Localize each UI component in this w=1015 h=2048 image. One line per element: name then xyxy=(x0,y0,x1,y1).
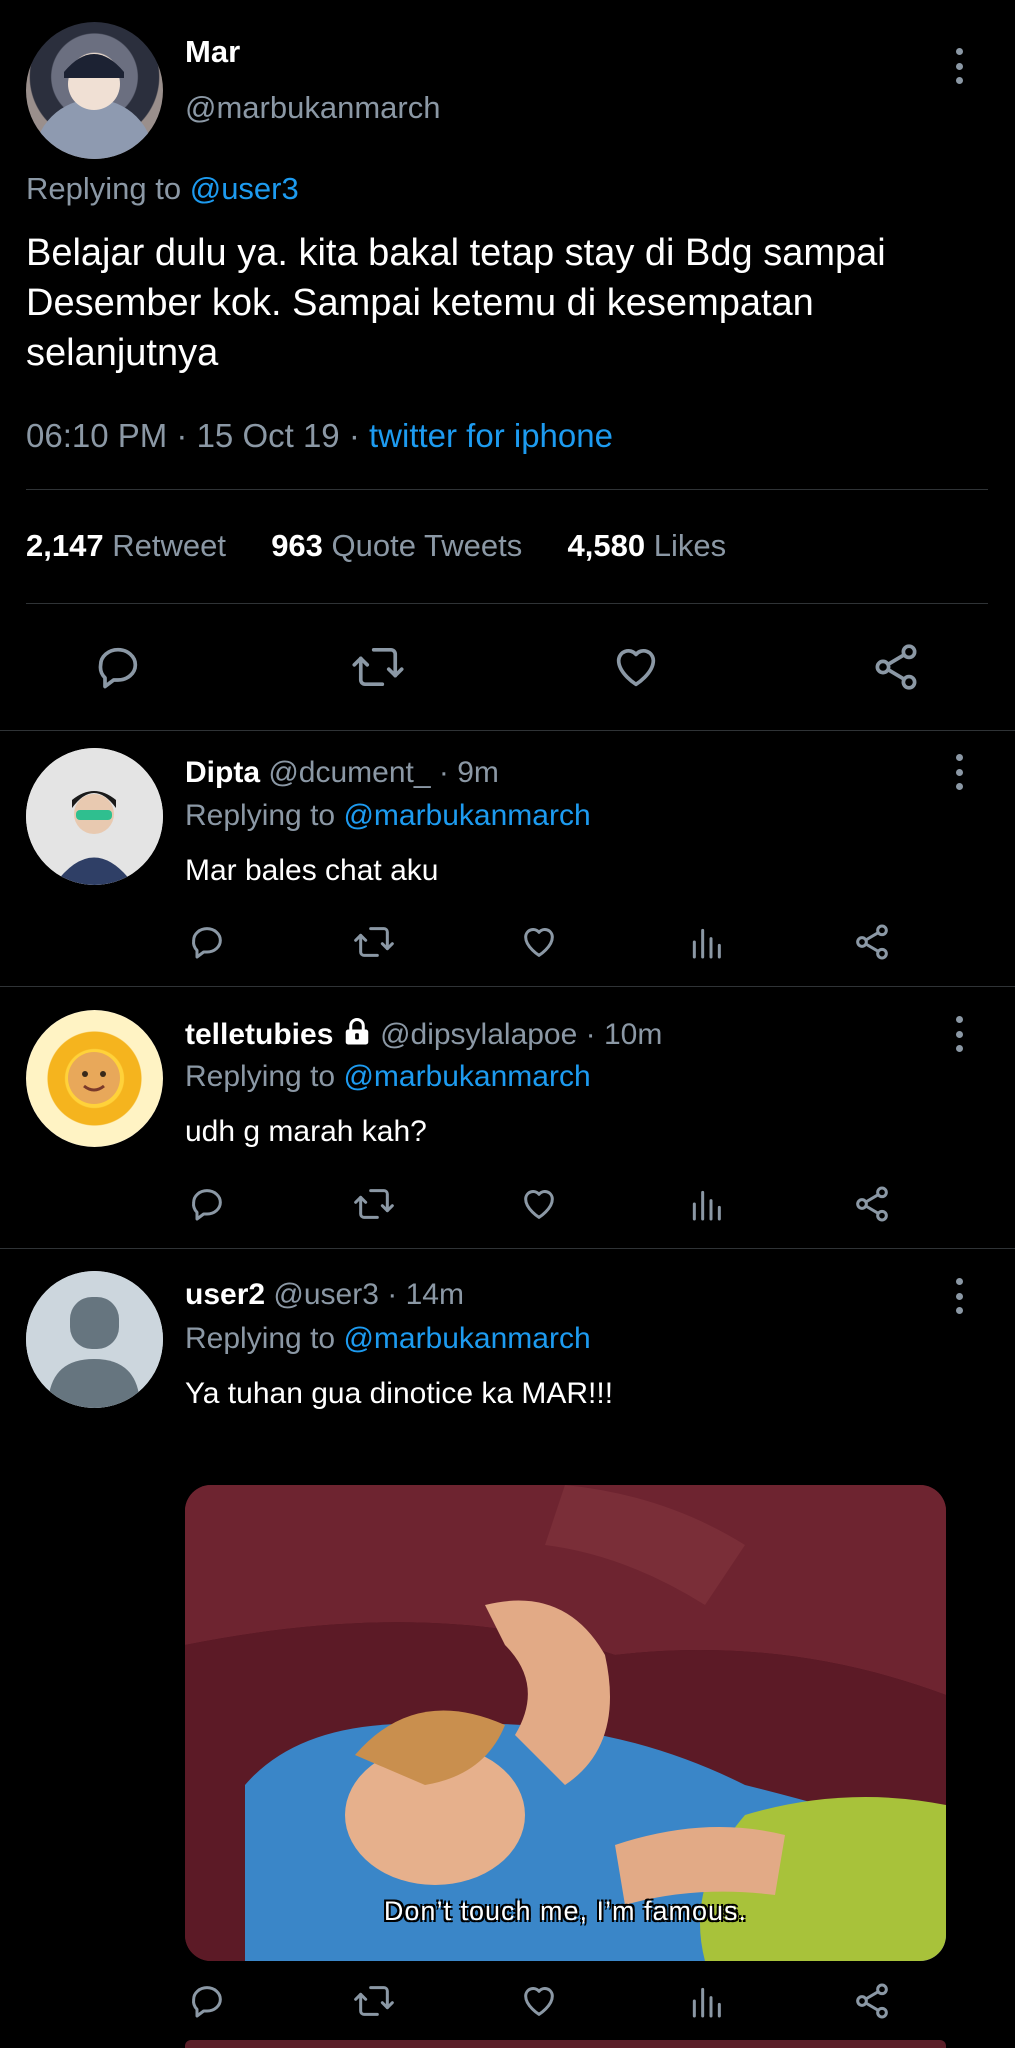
replying-label: Replying to xyxy=(185,799,336,832)
reply-time: · 10m xyxy=(585,1018,663,1051)
replying-to-link[interactable]: @marbukanmarch xyxy=(343,799,590,832)
analytics-icon[interactable] xyxy=(686,1184,726,1224)
more-options-icon[interactable] xyxy=(953,1016,965,1052)
replying-to: Replying to @marbukanmarch xyxy=(185,1322,591,1356)
next-media-peek xyxy=(185,2040,946,2048)
media-caption: Don’t touch me, I’m famous. xyxy=(383,1896,748,1926)
reply-author-handle[interactable]: @dipsylalapoe xyxy=(380,1018,577,1051)
reply-time: · 14m xyxy=(387,1278,464,1311)
comment-icon[interactable] xyxy=(187,1981,227,2021)
replying-to: Replying to @marbukanmarch xyxy=(185,1060,591,1094)
replying-to: Replying to @marbukanmarch xyxy=(185,799,591,833)
replying-to: Replying to @user3 xyxy=(26,171,299,207)
avatar[interactable] xyxy=(26,1010,163,1147)
reply-header: Dipta @dcument_ · 9m xyxy=(185,756,499,790)
share-icon[interactable] xyxy=(852,922,892,962)
reply-text: Ya tuhan gua dinotice ka MAR!!! xyxy=(185,1377,614,1410)
heart-icon[interactable] xyxy=(610,641,662,693)
retweets-count: 2,147 xyxy=(26,528,104,563)
replying-to-link[interactable]: @user3 xyxy=(190,171,299,206)
reply-author-name[interactable]: Dipta xyxy=(185,756,260,789)
heart-icon[interactable] xyxy=(519,922,559,962)
retweet-icon[interactable] xyxy=(352,1981,396,2021)
replying-label: Replying to xyxy=(26,171,182,206)
divider xyxy=(26,489,988,490)
heart-icon[interactable] xyxy=(519,1981,559,2021)
divider xyxy=(0,1248,1015,1249)
replying-label: Replying to xyxy=(185,1060,336,1093)
replying-to-link[interactable]: @marbukanmarch xyxy=(343,1060,590,1093)
quotes-label: Quote Tweets xyxy=(331,528,523,563)
retweet-icon[interactable] xyxy=(352,1184,396,1224)
author-handle[interactable]: @marbukanmarch xyxy=(185,90,440,126)
comment-icon[interactable] xyxy=(187,1184,227,1224)
tweet-source-link[interactable]: twitter for iphone xyxy=(369,417,613,454)
likes-label: Likes xyxy=(653,528,727,563)
more-options-icon[interactable] xyxy=(953,1278,965,1314)
retweets-stat[interactable]: 2,147 Retweet xyxy=(26,528,226,563)
reply-time: · 9m xyxy=(438,756,499,789)
avatar[interactable] xyxy=(26,1271,163,1408)
reply-text: udh g marah kah? xyxy=(185,1115,427,1148)
reply-author-handle[interactable]: @dcument_ xyxy=(268,756,430,789)
likes-stat[interactable]: 4,580 Likes xyxy=(568,528,727,563)
divider xyxy=(0,986,1015,987)
media-gif[interactable]: Don’t touch me, I’m famous. xyxy=(185,1485,946,1961)
avatar[interactable] xyxy=(26,22,163,159)
retweet-icon[interactable] xyxy=(352,922,396,962)
replying-to-link[interactable]: @marbukanmarch xyxy=(343,1322,590,1355)
heart-icon[interactable] xyxy=(519,1184,559,1224)
reply-author-name[interactable]: telletubies xyxy=(185,1018,333,1051)
reply-author-name[interactable]: user2 xyxy=(185,1278,265,1311)
comment-icon[interactable] xyxy=(92,641,144,693)
quotes-count: 963 xyxy=(271,528,323,563)
more-options-icon[interactable] xyxy=(953,754,965,790)
quotes-stat[interactable]: 963 Quote Tweets xyxy=(271,528,522,563)
reply-text: Mar bales chat aku xyxy=(185,854,439,887)
lock-icon xyxy=(342,1017,372,1047)
replying-label: Replying to xyxy=(185,1322,336,1355)
gif-scene xyxy=(185,1485,946,1961)
share-icon[interactable] xyxy=(852,1184,892,1224)
share-icon[interactable] xyxy=(870,641,922,693)
author-name[interactable]: Mar xyxy=(185,34,240,70)
more-options-icon[interactable] xyxy=(953,48,965,84)
reply-header: telletubies @dipsylalapoe · 10m xyxy=(185,1017,662,1052)
comment-icon[interactable] xyxy=(187,922,227,962)
likes-count: 4,580 xyxy=(567,528,646,563)
reply-author-handle[interactable]: @user3 xyxy=(273,1278,379,1311)
tweet-text: Belajar dulu ya. kita bakal tetap stay d… xyxy=(26,232,886,374)
tweet-meta: 06:10 PM · 15 Oct 19 · twitter for iphon… xyxy=(26,417,613,455)
tweet-timestamp: 06:10 PM · 15 Oct 19 · xyxy=(26,417,369,454)
divider xyxy=(0,730,1015,731)
divider xyxy=(26,603,988,604)
analytics-icon[interactable] xyxy=(686,922,726,962)
reply-header: user2 @user3 · 14m xyxy=(185,1278,464,1312)
tweet-stats: 2,147 Retweet 963 Quote Tweets 4,580 Lik… xyxy=(26,528,726,564)
analytics-icon[interactable] xyxy=(686,1981,726,2021)
retweet-icon[interactable] xyxy=(350,641,406,693)
avatar[interactable] xyxy=(26,748,163,885)
share-icon[interactable] xyxy=(852,1981,892,2021)
retweets-label: Retweet xyxy=(112,528,226,563)
